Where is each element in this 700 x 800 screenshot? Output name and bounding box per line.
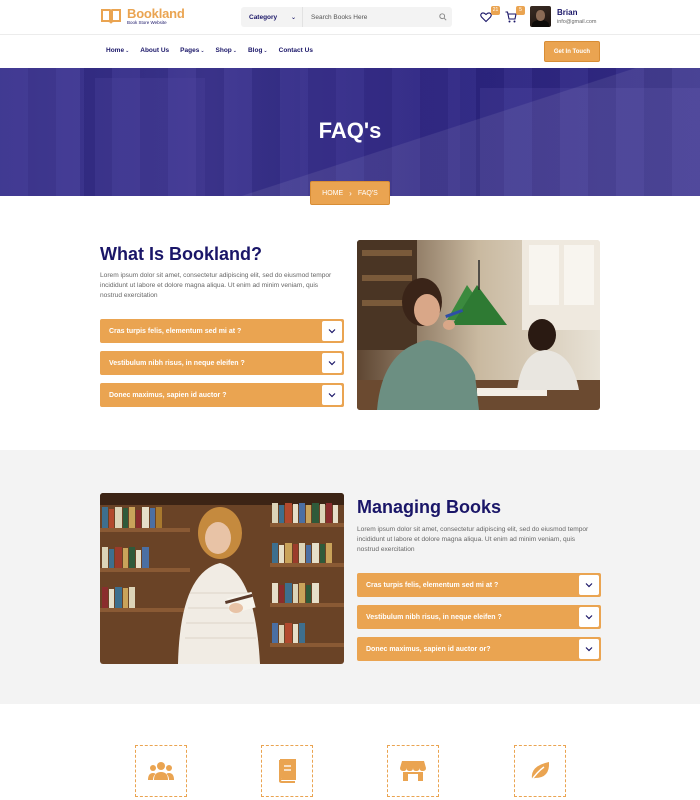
book-logo-icon — [100, 7, 122, 25]
faq-item[interactable]: Cras turpis felis, elementum sed mi at ? — [357, 573, 601, 597]
breadcrumb: HOME › FAQ'S — [310, 181, 390, 205]
feature-users — [135, 745, 187, 797]
category-select[interactable]: Category ⌄ — [241, 7, 303, 27]
feature-eco — [514, 745, 566, 797]
search-icon — [439, 13, 447, 21]
search-button[interactable] — [434, 7, 452, 27]
nav-item-about-us[interactable]: About Us — [140, 47, 169, 54]
category-select-label: Category — [249, 13, 278, 21]
chevron-down-icon — [328, 393, 336, 398]
chevron-down-icon — [585, 647, 593, 652]
chevron-down-icon: ⌄ — [263, 47, 268, 54]
get-in-touch-button[interactable]: Get In Touch — [544, 41, 600, 62]
brand-name-part2: land — [158, 6, 185, 21]
chevron-down-icon: ⌄ — [125, 47, 130, 54]
cart-button[interactable]: 5 — [505, 6, 525, 24]
library-shelves-photo — [100, 493, 344, 664]
main-navigation: Home ⌄ About Us Pages ⌄ Shop ⌄ Blog ⌄ Contac… — [0, 34, 700, 68]
nav-item-label: Home — [106, 47, 125, 54]
faq-item[interactable]: Vestibulum nibh risus, in neque eleifen … — [357, 605, 601, 629]
faq-expand-button[interactable] — [322, 321, 342, 341]
breadcrumb-current: FAQ'S — [357, 189, 378, 197]
nav-item-shop[interactable]: Shop ⌄ — [216, 47, 237, 54]
chevron-down-icon — [585, 615, 593, 620]
breadcrumb-home-link[interactable]: HOME — [322, 190, 343, 197]
brand-tagline: Book Store Website — [127, 20, 167, 25]
chevron-down-icon — [585, 583, 593, 588]
faq-item[interactable]: Donec maximus, sapien id auctor ? — [100, 383, 344, 407]
nav-item-blog[interactable]: Blog ⌄ — [248, 47, 268, 54]
nav-item-label: Shop — [215, 47, 232, 54]
faq-expand-button[interactable] — [579, 607, 599, 627]
search-bar: Category ⌄ — [241, 7, 452, 27]
faq-question: Cras turpis felis, elementum sed mi at ? — [366, 581, 499, 589]
cart-count-badge: 5 — [516, 6, 525, 15]
page-title: FAQ's — [318, 118, 382, 143]
nav-item-home[interactable]: Home ⌄ — [106, 47, 129, 54]
faq-item[interactable]: Vestibulum nibh risus, in neque eleifen … — [100, 351, 344, 375]
brand-name-part1: Book — [127, 6, 159, 21]
nav-item-label: About Us — [140, 47, 170, 54]
section-text: Lorem ipsum dolor sit amet, consectetur … — [100, 272, 332, 299]
faq-expand-button[interactable] — [579, 639, 599, 659]
chevron-down-icon: ⌄ — [290, 14, 296, 21]
chevron-down-icon: ⌄ — [232, 47, 237, 54]
top-bar: Bookland Book Store Website Category ⌄ 2… — [0, 0, 700, 34]
section-title: Managing Books — [357, 497, 502, 517]
chevron-down-icon: ⌄ — [200, 47, 205, 54]
chevron-down-icon — [328, 361, 336, 366]
wishlist-button[interactable]: 21 — [480, 6, 500, 24]
faq-expand-button[interactable] — [322, 385, 342, 405]
users-icon — [148, 762, 174, 780]
section-title: What Is Bookland? — [100, 244, 262, 264]
nav-item-label: Pages — [180, 47, 200, 54]
page-hero-banner: FAQ's — [0, 68, 700, 196]
nav-item-contact-us[interactable]: Contact Us — [279, 47, 313, 54]
feature-books — [261, 745, 313, 797]
feature-store — [387, 745, 439, 797]
store-icon — [400, 761, 426, 781]
faq-item[interactable]: Donec maximus, sapien id auctor or? — [357, 637, 601, 661]
faq-question: Vestibulum nibh risus, in neque eleifen … — [366, 613, 502, 621]
brand-logo[interactable]: Bookland Book Store Website — [100, 7, 185, 26]
user-profile[interactable]: Brian info@gmail.com — [530, 6, 597, 27]
faq-expand-button[interactable] — [322, 353, 342, 373]
avatar — [530, 6, 551, 27]
faq-expand-button[interactable] — [579, 575, 599, 595]
user-email: info@gmail.com — [557, 19, 597, 25]
search-input[interactable] — [303, 7, 434, 27]
book-icon — [278, 759, 296, 783]
chevron-down-icon — [328, 329, 336, 334]
faq-question: Cras turpis felis, elementum sed mi at ? — [109, 327, 242, 335]
leaf-icon — [530, 762, 550, 782]
faq-question: Donec maximus, sapien id auctor ? — [109, 391, 227, 399]
nav-item-label: Contact Us — [278, 47, 313, 54]
section-text: Lorem ipsum dolor sit amet, consectetur … — [357, 526, 589, 553]
library-reading-photo — [357, 240, 600, 410]
faq-item[interactable]: Cras turpis felis, elementum sed mi at ? — [100, 319, 344, 343]
user-name: Brian — [557, 8, 578, 17]
brand-name: Bookland — [127, 7, 185, 20]
chevron-right-icon: › — [349, 188, 352, 198]
faq-question: Vestibulum nibh risus, in neque eleifen … — [109, 359, 245, 367]
faq-question: Donec maximus, sapien id auctor or? — [366, 645, 491, 653]
wishlist-count-badge: 21 — [491, 6, 500, 15]
nav-item-label: Blog — [247, 47, 263, 54]
nav-item-pages[interactable]: Pages ⌄ — [180, 47, 204, 54]
